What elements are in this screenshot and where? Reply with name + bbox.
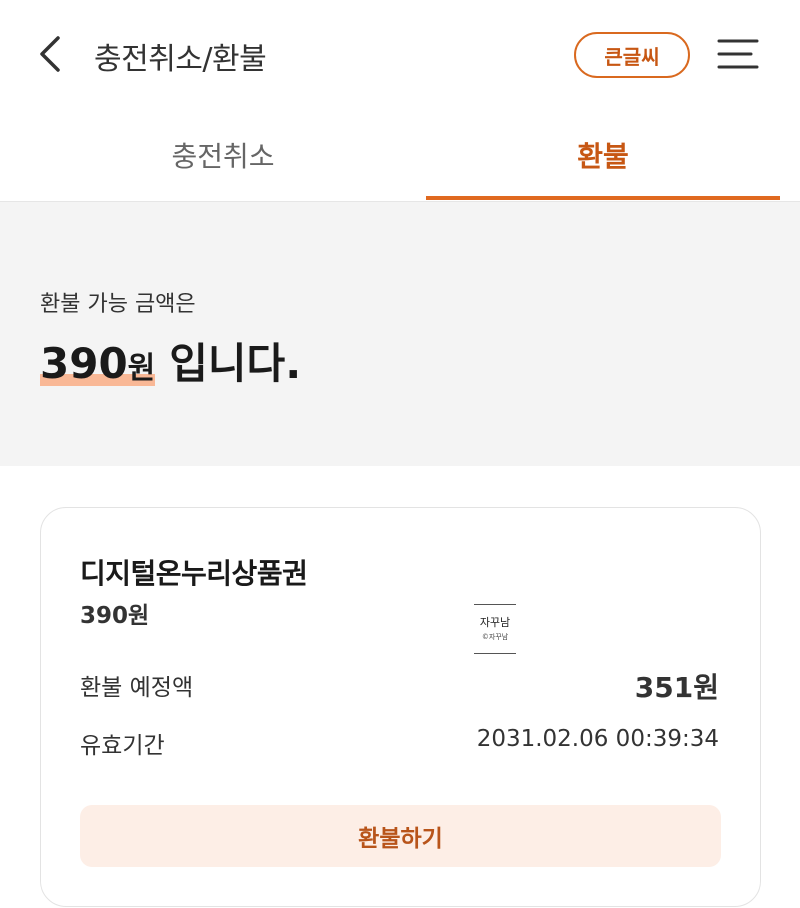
amount-number: 390 <box>40 339 128 388</box>
expected-refund-label: 환불 예정액 <box>80 675 194 701</box>
page-title: 충전취소/환불 <box>94 42 267 77</box>
validity-label: 유효기간 <box>80 733 165 759</box>
tab-refund[interactable]: 환불 <box>426 108 780 202</box>
chevron-left-icon <box>40 36 60 72</box>
active-tab-indicator <box>426 196 780 200</box>
validity-value: 2031.02.06 00:39:34 <box>476 726 719 752</box>
tab-charge-cancel[interactable]: 충전취소 <box>46 108 400 202</box>
voucher-logo: 자꾸남 ©자꾸남 <box>474 604 516 654</box>
menu-button[interactable] <box>716 36 760 72</box>
expected-refund-value: 351원 <box>634 671 719 704</box>
amount-unit: 원 <box>127 351 156 386</box>
app-header: 충전취소/환불 큰글씨 <box>0 0 800 108</box>
summary-amount-line: 390 원 입니다. <box>40 330 301 390</box>
refundable-amount: 390 원 <box>40 339 156 388</box>
voucher-name: 디지털온누리상품권 <box>80 557 308 590</box>
logo-main-text: 자꾸남 <box>479 616 511 629</box>
refundable-summary: 환불 가능 금액은 390 원 입니다. <box>0 202 800 466</box>
tab-bar: 충전취소 환불 <box>0 108 800 202</box>
back-button[interactable] <box>30 30 70 78</box>
voucher-card: 디지털온누리상품권 390원 자꾸남 ©자꾸남 환불 예정액 351원 유효기간… <box>40 507 761 907</box>
logo-sub-text: ©자꾸남 <box>481 633 509 641</box>
hamburger-menu-icon <box>717 39 759 69</box>
amount-suffix: 입니다. <box>169 339 302 388</box>
voucher-balance: 390원 <box>80 603 150 629</box>
refund-button[interactable]: 환불하기 <box>80 805 721 867</box>
big-font-button[interactable]: 큰글씨 <box>574 32 690 78</box>
summary-label: 환불 가능 금액은 <box>40 292 196 317</box>
